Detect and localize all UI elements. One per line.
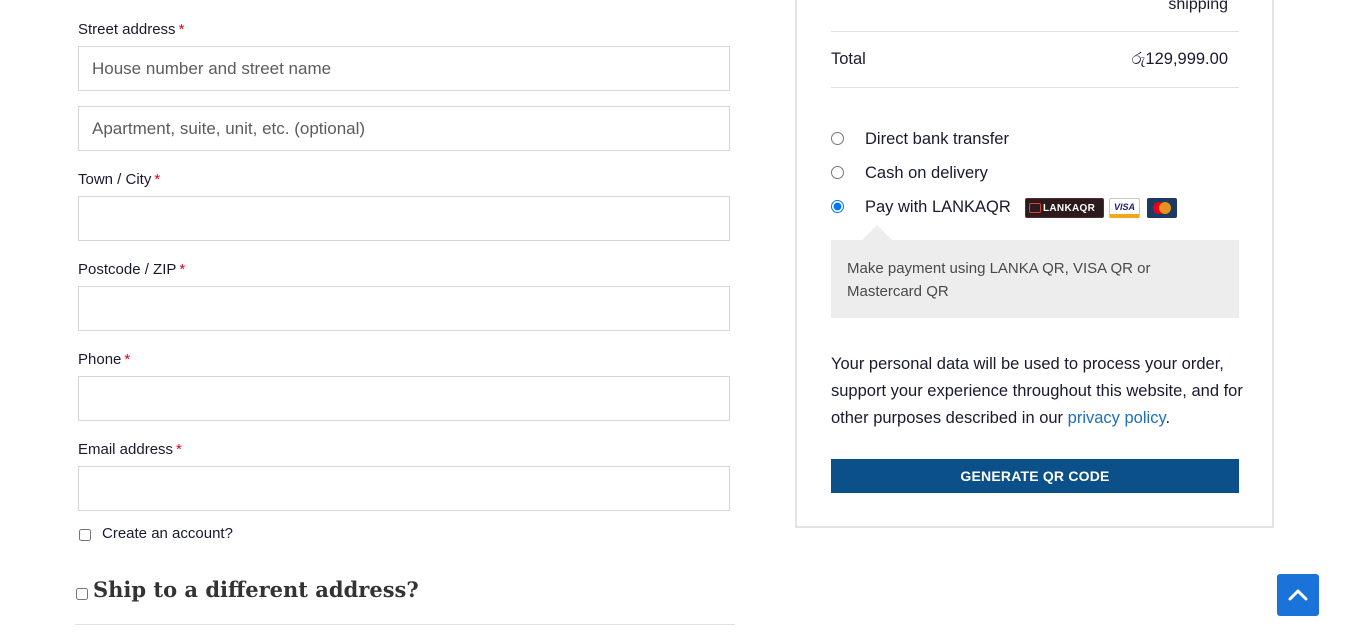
required-mark: * [124,351,131,368]
visa-logo-icon: VISA [1109,198,1140,218]
divider [831,31,1239,32]
payment-description: Make payment using LANKA QR, VISA QR or … [831,240,1239,318]
payment-radio-bank-transfer[interactable] [831,132,844,145]
chevron-up-icon [1288,589,1308,601]
required-mark: * [179,261,186,278]
payment-label-lankaqr: Pay with LANKAQR [865,198,1011,216]
city-input[interactable] [78,196,730,241]
lankaqr-logo-icon: LANKAQR [1025,198,1104,218]
required-mark: * [178,21,185,38]
shipping-text: shipping [1168,0,1228,13]
create-account-checkbox[interactable] [79,529,91,541]
phone-label: Phone * [78,351,131,368]
total-value: රු129,999.00 [1131,50,1228,68]
postcode-label: Postcode / ZIP * [78,261,186,278]
required-mark: * [176,441,182,458]
email-input[interactable] [78,466,730,511]
ship-different-heading: Ship to a different address? [93,577,419,602]
privacy-notice: Your personal data will be used to proce… [831,355,1243,427]
privacy-policy-link[interactable]: privacy policy [1068,409,1166,427]
mastercard-circles-icon [1153,202,1171,214]
payment-label-bank-transfer: Direct bank transfer [865,130,1009,148]
ship-different-checkbox[interactable] [76,588,88,600]
email-label: Email address * [78,441,182,458]
street-address-label: Street address * [78,21,185,38]
payment-label-cod: Cash on delivery [865,164,988,182]
scroll-to-top-button[interactable] [1277,574,1319,616]
apartment-input[interactable] [78,106,730,151]
phone-input[interactable] [78,376,730,421]
required-mark: * [154,171,161,188]
postcode-input[interactable] [78,286,730,331]
street-address-input[interactable] [78,46,730,91]
divider [831,87,1239,88]
total-label: Total [831,50,866,68]
payment-radio-cod[interactable] [831,166,844,179]
create-account-label: Create an account? [102,525,233,542]
divider [75,624,735,625]
city-label: Town / City * [78,171,161,188]
generate-qr-code-button[interactable]: GENERATE QR CODE [831,459,1239,493]
mastercard-logo-icon [1147,198,1177,218]
payment-description-pointer [862,225,892,240]
payment-radio-lankaqr[interactable] [831,200,844,213]
